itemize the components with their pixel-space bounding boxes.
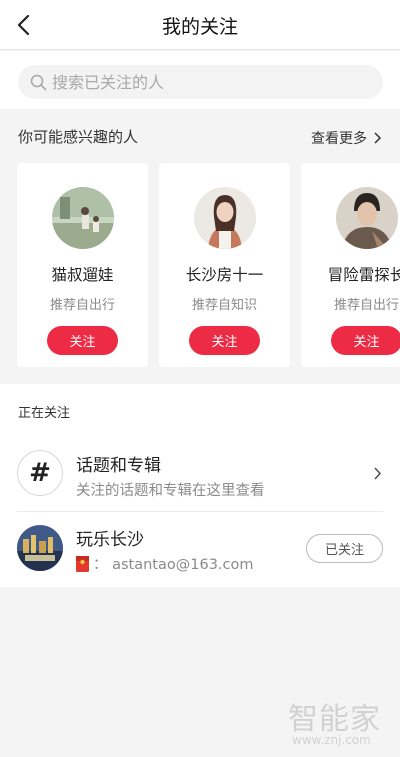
following-section: 正在关注 # 话题和专辑 关注的话题和专辑在这里查看 玩乐长沙 ： astant… (0, 384, 400, 587)
following-account: ： astantao@163.com (76, 553, 254, 574)
follow-button[interactable]: 关注 (331, 326, 400, 355)
view-more-label: 查看更多 (311, 131, 367, 147)
avatar (52, 187, 114, 249)
nav-bar: 我的关注 (0, 0, 400, 50)
followed-button[interactable]: 已关注 (306, 534, 383, 563)
card-source: 推荐自出行 (49, 298, 115, 313)
recommend-card[interactable]: 猫叔遛娃 推荐自出行 关注 (17, 163, 148, 367)
search-input[interactable] (52, 65, 372, 99)
follow-button[interactable]: 关注 (47, 326, 118, 355)
avatar (194, 187, 256, 249)
recommend-cards: 猫叔遛娃 推荐自出行 关注 长沙房十一 推荐自知识 关注 冒险雷探长 推荐自出行… (0, 160, 400, 370)
page-title: 我的关注 (161, 16, 238, 38)
topics-subtitle: 关注的话题和专辑在这里查看 (76, 483, 265, 499)
topics-row[interactable]: # 话题和专辑 关注的话题和专辑在这里查看 (0, 436, 400, 512)
recommend-header: 你可能感兴趣的人 查看更多 (0, 112, 400, 160)
following-name: 玩乐长沙 (76, 530, 144, 550)
recommend-card[interactable]: 长沙房十一 推荐自知识 关注 (159, 163, 290, 367)
watermark-url: www.znj.com (292, 733, 371, 747)
card-name: 冒险雷探长 (327, 266, 400, 284)
following-email: ： astantao@163.com (93, 557, 254, 573)
following-title: 正在关注 (18, 406, 71, 421)
chevron-right-icon (374, 467, 382, 480)
card-source: 推荐自出行 (333, 298, 399, 313)
card-name: 猫叔遛娃 (51, 266, 114, 284)
card-source: 推荐自知识 (191, 298, 257, 313)
red-envelope-icon (76, 555, 89, 572)
search-bar[interactable] (18, 65, 383, 99)
recommend-card[interactable]: 冒险雷探长 推荐自出行 关注 (301, 163, 400, 367)
following-item[interactable]: 玩乐长沙 ： astantao@163.com 已关注 (0, 513, 400, 587)
chevron-right-icon (374, 132, 382, 144)
follow-button[interactable]: 关注 (189, 326, 260, 355)
search-section (0, 51, 400, 109)
card-name: 长沙房十一 (185, 266, 264, 284)
divider (17, 511, 383, 512)
avatar (336, 187, 398, 249)
search-icon (30, 74, 47, 91)
watermark: 智能家 www.znj.com (288, 694, 398, 750)
view-more-link[interactable]: 查看更多 (311, 128, 382, 148)
recommend-title: 你可能感兴趣的人 (18, 128, 139, 146)
watermark-text: 智能家 (288, 702, 381, 737)
hashtag-icon: # (17, 450, 63, 496)
topics-title: 话题和专辑 (76, 456, 161, 476)
avatar (17, 525, 63, 571)
